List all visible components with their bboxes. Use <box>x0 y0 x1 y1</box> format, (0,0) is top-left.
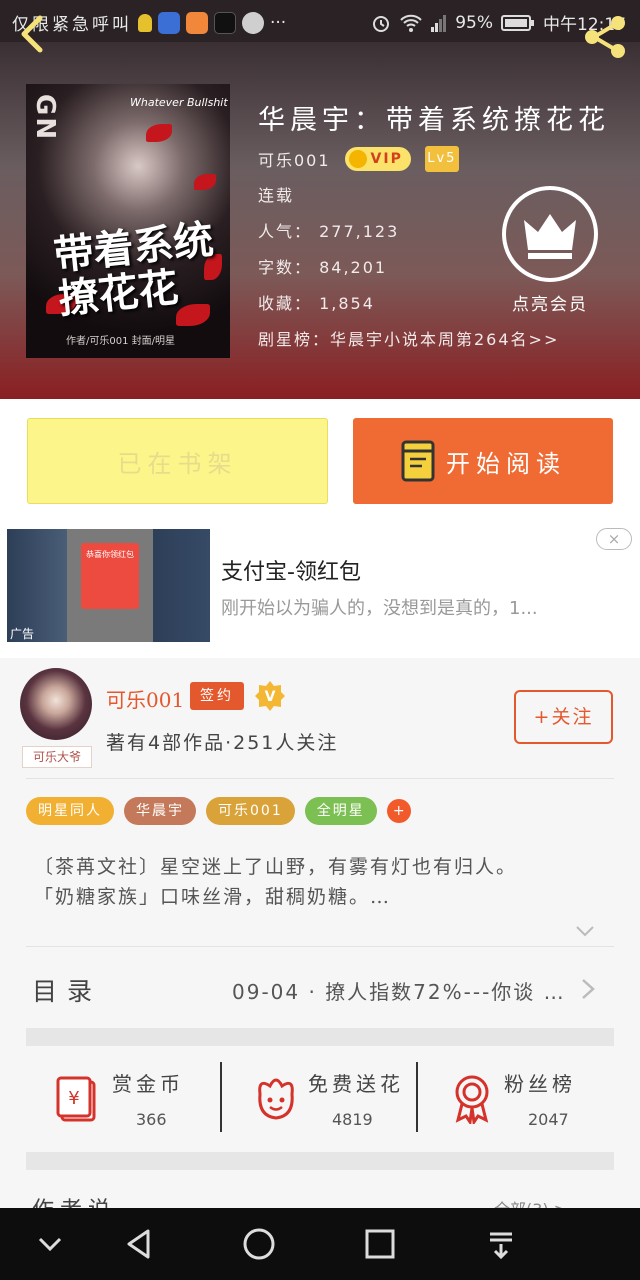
divider <box>26 778 614 779</box>
cover-title: 带着系统撩花花 <box>51 215 216 324</box>
tag-item[interactable]: 可乐001 <box>206 797 295 825</box>
crown-icon <box>524 214 576 259</box>
favorites-stat: 收藏： 1,854 <box>258 294 375 313</box>
cover-signature: Whatever Bullshit <box>130 96 228 109</box>
flower-icon <box>258 1078 294 1120</box>
start-reading-label: 开始阅读 <box>446 449 566 478</box>
back-nav-icon[interactable] <box>121 1226 157 1262</box>
author-notes-label: 作者说 <box>32 1192 116 1208</box>
ad-red-packet: 恭喜你领红包 <box>81 543 139 609</box>
tag-list: 明星同人 华晨宇 可乐001 全明星 + <box>26 797 411 825</box>
chevron-down-icon <box>576 926 594 937</box>
vip-badge: VIP <box>344 147 411 171</box>
battery-percent: 95% <box>455 12 493 33</box>
member-circle <box>502 186 598 282</box>
ad-tag: 广告 <box>10 627 35 641</box>
divider <box>26 946 614 947</box>
stat-value: 366 <box>136 1110 167 1129</box>
more-notifications-icon: ··· <box>270 12 287 33</box>
verified-badge: V <box>254 680 286 712</box>
book-intro[interactable]: 〔茶苒文社〕星空迷上了山野，有雾有灯也有归人。 「奶糖家族」口味丝滑，甜稠奶糖。… <box>34 852 614 912</box>
start-reading-button[interactable]: 开始阅读 <box>353 418 613 504</box>
ad-title[interactable]: 支付宝-领红包 <box>221 554 361 586</box>
intro-line: 〔茶苒文社〕星空迷上了山野，有雾有灯也有归人。 <box>34 856 518 878</box>
member-label: 点亮会员 <box>512 295 588 315</box>
ad-close-button[interactable]: × <box>596 528 632 550</box>
system-nav-bar <box>0 1208 640 1280</box>
book-icon <box>401 440 435 482</box>
alarm-icon <box>373 15 390 32</box>
share-button[interactable] <box>580 12 630 62</box>
stat-label: 赏金币 <box>112 1072 184 1096</box>
share-icon <box>585 16 625 58</box>
author-meta: 著有4部作品·251人关注 <box>106 732 339 754</box>
recents-nav-icon[interactable] <box>362 1226 398 1262</box>
video-app-icon <box>186 11 208 34</box>
author-notes-row[interactable]: 作者说 全部(3) > <box>26 1188 614 1208</box>
tag-item[interactable]: 明星同人 <box>26 797 114 825</box>
book-title: 华晨宇：带着系统撩花花 <box>258 105 610 136</box>
red-packet-icon: ¥ <box>56 1076 96 1122</box>
tag-item[interactable]: 华晨宇 <box>124 797 196 825</box>
medal-icon <box>455 1075 489 1124</box>
book-author-line: 可乐001 VIP Lv5 <box>258 146 459 172</box>
stat-label: 免费送花 <box>308 1072 404 1096</box>
crown-icon <box>348 150 367 168</box>
back-button[interactable] <box>14 12 54 56</box>
svg-text:¥: ¥ <box>68 1088 79 1109</box>
signed-badge: 签约 <box>190 682 244 710</box>
stat-label: 粉丝榜 <box>504 1072 576 1096</box>
rank-link[interactable]: 剧星榜：华晨宇小说本周第264名>> <box>258 326 559 350</box>
verified-icon: V <box>255 681 285 711</box>
avatar-tag: 可乐大爷 <box>22 746 92 768</box>
wechat-icon <box>242 11 264 34</box>
book-cover[interactable]: GN Whatever Bullshit 带着系统撩花花 作者/可乐001 封面… <box>26 84 230 358</box>
on-shelf-button[interactable]: 已在书架 <box>27 418 328 504</box>
author-avatar[interactable] <box>20 668 92 740</box>
reward-coins-stat[interactable]: ¥ 赏金币 366 <box>26 1046 222 1152</box>
tag-item[interactable]: 全明星 <box>304 797 377 825</box>
baidu-icon <box>158 11 180 34</box>
cover-credit: 作者/可乐001 封面/明星 <box>66 336 176 347</box>
intro-line: 「奶糖家族」口味丝滑，甜稠奶糖。… <box>34 886 392 908</box>
stat-value: 2047 <box>528 1110 569 1129</box>
section-separator <box>26 1028 614 1046</box>
ad-description: 刚开始以为骗人的，没想到是真的，1... <box>221 598 538 619</box>
toc-label: 目录 <box>32 977 103 1006</box>
tiktok-icon <box>214 11 236 34</box>
word-count-stat: 字数： 84,201 <box>258 258 388 277</box>
author-notes-count: 全部(3) > <box>494 1196 567 1208</box>
wifi-icon <box>400 14 422 32</box>
notification-pull-icon[interactable] <box>483 1226 519 1262</box>
chevron-right-icon <box>582 979 595 999</box>
collapse-icon[interactable] <box>32 1226 68 1262</box>
support-stats: ¥ 赏金币 366 免费送花 4819 粉丝榜 2047 <box>26 1046 614 1152</box>
back-arrow-icon <box>21 15 43 53</box>
bulb-icon <box>138 13 152 32</box>
popularity-stat: 人气： 277,123 <box>258 222 400 241</box>
book-status: 连载 <box>258 186 295 205</box>
home-nav-icon[interactable] <box>241 1226 277 1262</box>
free-flower-stat[interactable]: 免费送花 4819 <box>222 1046 418 1152</box>
table-of-contents-row[interactable]: 目录 09-04 · 撩人指数72%---你谈 … <box>26 948 614 1028</box>
latest-chapter: 09-04 · 撩人指数72%---你谈 … <box>232 980 566 1004</box>
member-button[interactable]: 点亮会员 <box>500 186 600 326</box>
fan-rank-stat[interactable]: 粉丝榜 2047 <box>418 1046 614 1152</box>
signal-icon <box>431 14 447 32</box>
stat-value: 4819 <box>332 1110 373 1129</box>
add-tag-button[interactable]: + <box>386 799 411 823</box>
status-bar: 仅限紧急呼叫 ··· 95% 中午12:17 <box>0 0 640 42</box>
follow-button[interactable]: +关注 <box>514 690 613 744</box>
battery-icon <box>501 14 534 31</box>
book-author[interactable]: 可乐001 <box>258 147 331 171</box>
ad-image[interactable]: 恭喜你领红包 广告 <box>7 529 210 642</box>
author-name[interactable]: 可乐001 <box>106 684 184 713</box>
section-separator <box>26 1152 614 1170</box>
expand-intro-button[interactable] <box>574 920 596 942</box>
level-badge: Lv5 <box>424 146 459 172</box>
cover-side-text: GN <box>30 94 60 142</box>
svg-text:V: V <box>265 689 276 705</box>
